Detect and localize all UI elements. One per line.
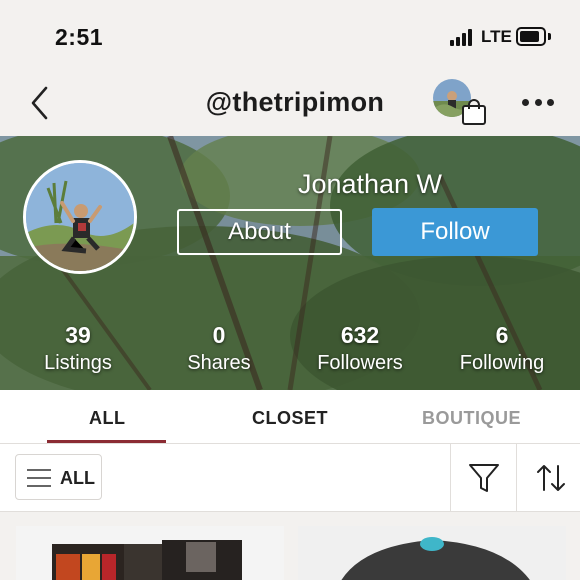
stat-value: 632 <box>340 322 380 348</box>
status-time: 2:51 <box>55 24 104 50</box>
divider <box>450 444 451 512</box>
stat-value: 39 <box>65 322 91 348</box>
stat-label: Followers <box>317 352 403 374</box>
page-title: @thetripimon <box>205 87 385 117</box>
more-horizontal-icon-dot <box>547 98 554 106</box>
stat-label: Listings <box>44 352 112 374</box>
more-horizontal-icon-dot <box>534 98 542 106</box>
stat-label: Following <box>459 352 545 374</box>
funnel-icon <box>469 464 499 492</box>
sort-arrows-icon <box>537 465 565 491</box>
menu-lines-icon <box>27 469 51 487</box>
more-options-button[interactable] <box>522 96 554 108</box>
network-type: LTE <box>481 27 512 46</box>
stat-label: Shares <box>187 352 251 374</box>
tab-boutique[interactable]: BOUTIQUE <box>422 408 521 429</box>
listing-image <box>16 526 284 580</box>
status-bar: 2:51 LTE <box>0 0 580 70</box>
sort-button[interactable] <box>534 462 568 494</box>
shopping-bag-icon[interactable] <box>460 98 488 126</box>
closet-tabs: ALL CLOSET BOUTIQUE <box>0 390 580 444</box>
listing-grid <box>0 512 580 580</box>
category-filter-button[interactable]: ALL <box>15 454 102 500</box>
filter-button[interactable] <box>466 462 502 494</box>
divider <box>516 444 517 512</box>
stat-following[interactable]: 6 Following <box>437 321 567 377</box>
battery-tip <box>548 33 551 40</box>
filter-bar: ALL <box>0 444 580 512</box>
tab-all[interactable]: ALL <box>89 408 126 429</box>
tab-closet[interactable]: CLOSET <box>252 408 328 429</box>
listing-image <box>298 526 566 580</box>
profile-avatar[interactable] <box>23 160 137 274</box>
more-horizontal-icon-dot <box>522 98 529 106</box>
profile-name: Jonathan W <box>297 169 443 199</box>
listing-card[interactable] <box>16 526 284 580</box>
stat-followers[interactable]: 632 Followers <box>295 321 425 377</box>
avatar-image <box>26 163 134 271</box>
battery-icon <box>516 27 546 46</box>
stat-shares[interactable]: 0 Shares <box>154 321 284 377</box>
category-filter-label: ALL <box>60 468 95 488</box>
top-nav-bar: @thetripimon <box>0 70 580 136</box>
stat-value: 6 <box>495 322 509 348</box>
cellular-signal-icon <box>450 29 474 46</box>
profile-header: Jonathan W About Follow 39 Listings 0 Sh… <box>0 136 580 390</box>
listing-card[interactable] <box>298 526 566 580</box>
active-tab-indicator <box>47 440 166 443</box>
stat-listings[interactable]: 39 Listings <box>13 321 143 377</box>
follow-button[interactable]: Follow <box>372 208 538 256</box>
about-button[interactable]: About <box>177 209 342 255</box>
stat-value: 0 <box>212 322 226 348</box>
